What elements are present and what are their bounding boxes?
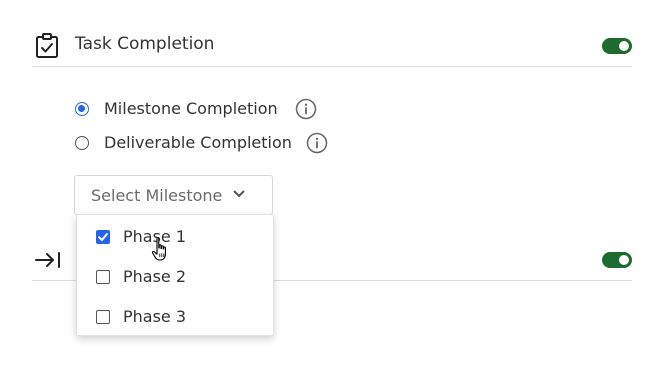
info-icon[interactable] <box>295 98 317 120</box>
select-milestone-dropdown[interactable]: Select Milestone <box>74 175 273 215</box>
dropdown-option-phase-2[interactable]: Phase 2 <box>77 257 273 297</box>
option-label: Phase 2 <box>123 267 187 286</box>
task-completion-header: Task Completion <box>32 21 632 67</box>
divider <box>32 66 632 67</box>
chevron-down-icon <box>233 190 245 197</box>
deliverable-completion-label: Deliverable Completion <box>104 133 292 152</box>
phase-1-checkbox[interactable] <box>96 230 110 244</box>
clipboard-check-icon <box>36 33 58 58</box>
phase-3-checkbox[interactable] <box>96 310 110 324</box>
milestone-dropdown-menu: Phase 1 Phase 2 Phase 3 <box>76 214 274 336</box>
milestone-completion-label: Milestone Completion <box>104 99 278 118</box>
arrow-right-to-line-icon <box>35 252 60 268</box>
checkmark-icon <box>98 233 108 241</box>
deliverable-completion-radio[interactable] <box>75 136 89 150</box>
hand-cursor-icon <box>151 237 166 261</box>
toggle-knob <box>619 255 629 265</box>
dropdown-option-phase-1[interactable]: Phase 1 <box>77 217 273 257</box>
dropdown-option-phase-3[interactable]: Phase 3 <box>77 297 273 337</box>
task-completion-toggle[interactable] <box>602 38 632 54</box>
second-section-toggle[interactable] <box>602 252 632 268</box>
phase-2-checkbox[interactable] <box>96 270 110 284</box>
toggle-knob <box>619 41 629 51</box>
info-icon[interactable] <box>306 132 328 154</box>
option-label: Phase 3 <box>123 307 187 326</box>
select-milestone-label: Select Milestone <box>91 186 223 205</box>
milestone-completion-radio[interactable] <box>75 102 89 116</box>
section-title: Task Completion <box>75 34 215 54</box>
